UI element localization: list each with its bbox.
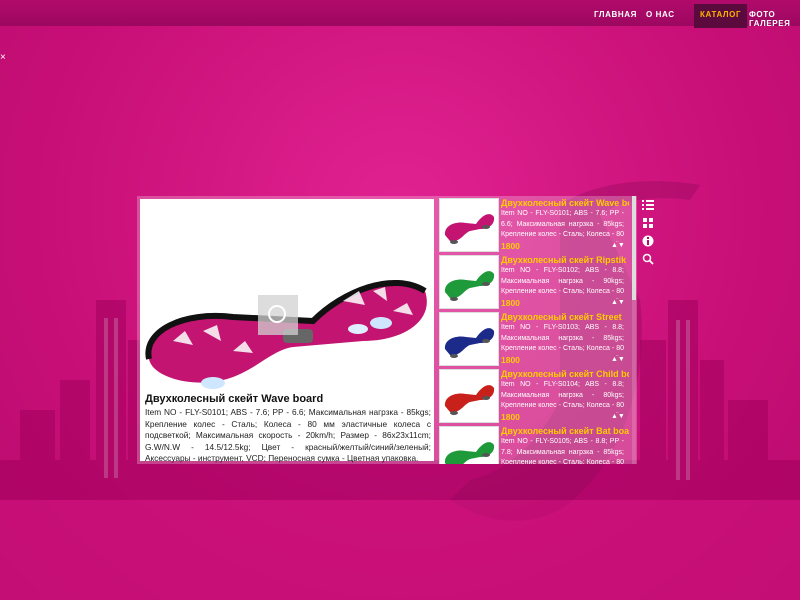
list-item-thumbnail[interactable] [439,198,499,252]
list-item[interactable]: Двухколесный скейт Child board Item NO - … [439,367,631,423]
product-description: Item NO - FLY-S0101; ABS - 7.6; PP - 6.6… [145,407,431,463]
info-icon[interactable] [639,232,657,250]
nav-home[interactable]: ГЛАВНАЯ [594,10,637,19]
nav-photo-gallery[interactable]: ФОТО ГАЛЕРЕЯ [749,10,790,28]
list-item-title[interactable]: Двухколесный скейт Bat board [501,426,629,436]
grid-view-icon[interactable] [639,214,657,232]
list-item-thumbnail[interactable] [439,312,499,366]
zoom-icon[interactable] [258,295,298,335]
product-title: Двухколесный скейт Wave board [145,393,324,405]
list-item-title[interactable]: Двухколесный скейт Wave board [501,198,629,208]
product-detail: Двухколесный скейт Wave board Item NO - … [140,199,434,463]
list-item[interactable]: Двухколесный скейт Street Item NO - FLY-S… [439,310,631,366]
list-item-price: 1800 [501,241,520,251]
list-item-arrows-icon[interactable]: ▲▼ [611,356,625,363]
list-item-thumbnail[interactable] [439,369,499,423]
list-item-title[interactable]: Двухколесный скейт Child board [501,369,629,379]
list-view-icon[interactable] [639,196,657,214]
nav-catalog[interactable]: КАТАЛОГ [694,4,748,28]
nav-about[interactable]: О НАС [646,10,675,19]
list-item-thumbnail[interactable] [439,255,499,309]
list-item-price: 1800 [501,412,520,422]
list-item-price: 1800 [501,355,520,365]
list-item-price: 1800 [501,298,520,308]
list-item-arrows-icon[interactable]: ▲▼ [611,299,625,306]
list-item-text: Item NO - FLY-S0103; ABS - 8.8; Максимал… [501,324,624,356]
close-mark-icon[interactable]: × [0,52,6,63]
list-item-arrows-icon[interactable]: ▲▼ [611,242,625,249]
list-item-title[interactable]: Двухколесный скейт Ripstik [501,255,629,265]
top-navigation-bar: ГЛАВНАЯ О НАС КАТАЛОГ ФОТО ГАЛЕРЕЯ [0,0,800,28]
view-tools [639,196,657,276]
list-item[interactable]: Двухколесный скейт Wave board Item NO - F… [439,196,631,252]
scrollbar-thumb[interactable] [632,196,636,300]
list-item-text: Item NO - FLY-S0102; ABS - 8.8; Максимал… [501,267,624,299]
list-item[interactable]: Двухколесный скейт Ripstik Item NO - FLY-… [439,253,631,309]
search-icon[interactable] [639,250,657,268]
list-item-text: Item NO - FLY-S0101; ABS - 7.6; PP - 6.6… [501,210,624,242]
list-item-thumbnail[interactable] [439,426,499,464]
list-scrollbar[interactable] [632,196,636,464]
list-item-text: Item NO - FLY-S0104; ABS - 8.8; Максимал… [501,381,624,413]
list-item-text: Item NO - FLY-S0105; ABS - 8.8; PP - 7.8… [501,438,624,464]
list-item-arrows-icon[interactable]: ▲▼ [611,413,625,420]
list-item[interactable]: Двухколесный скейт Bat board Item NO - FL… [439,424,631,464]
list-item-title[interactable]: Двухколесный скейт Street [501,312,629,322]
product-list: Двухколесный скейт Wave board Item NO - F… [439,196,631,464]
catalog-panel: Двухколесный скейт Wave board Item NO - … [137,196,637,464]
